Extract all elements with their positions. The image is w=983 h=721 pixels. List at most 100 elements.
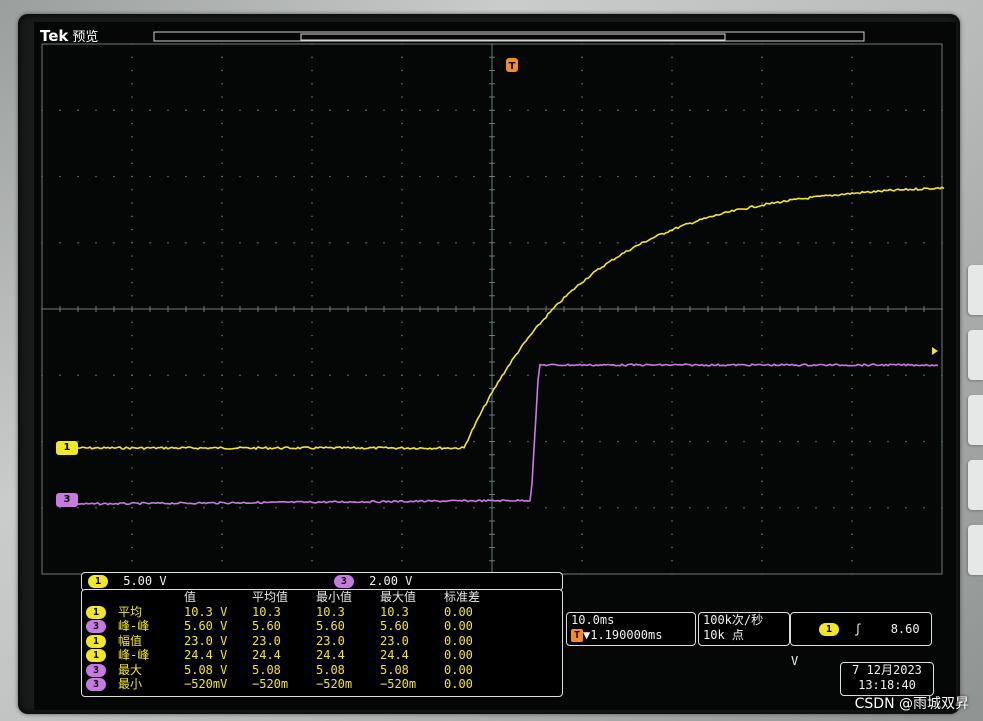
grid-dot [401,533,403,536]
side-button-5[interactable] [968,525,983,575]
grid-dot [725,109,727,112]
grid-dot [221,69,223,72]
grid-dot [293,109,295,112]
grid-dot [761,228,763,231]
grid-dot [671,109,673,112]
grid-dot [671,241,673,244]
grid-dot [563,175,565,178]
grid-dot [113,374,115,377]
grid-dot [239,440,241,443]
grid-dot [311,546,313,549]
grid-dot [311,361,313,363]
grid-dot [77,241,79,244]
grid-dot [401,175,403,178]
grid-dot [419,109,421,112]
header-value: 值 [184,590,197,604]
grid-dot [671,255,673,257]
grid-dot [851,361,853,363]
grid-dot [887,374,889,377]
grid-dot [941,506,943,509]
grid-dot [707,440,709,443]
grid-dot [401,321,403,324]
grid-dot [131,453,133,456]
grid-dot [563,440,565,443]
side-button-1[interactable] [968,265,983,315]
row-value: 5.60 V [184,619,228,633]
grid-dot [401,467,403,469]
grid-dot [77,374,79,377]
side-button-2[interactable] [968,330,983,380]
grid-dot [401,241,403,244]
grid-dot [617,374,619,377]
row-mean: −520m [252,677,289,691]
grid-dot [545,506,547,509]
row-min: −520m [316,677,353,691]
grid-dot [851,440,853,443]
grid-dot [131,546,133,549]
grid-dot [833,109,835,112]
grid-dot [95,241,97,244]
grid-dot [671,334,673,337]
grid-dot [851,467,853,469]
grid-dot [581,467,583,469]
grid-dot [131,559,133,562]
row-mean: 5.60 [252,619,281,633]
grid-dot [401,440,403,443]
grid-dot [401,506,403,509]
grid-dot [941,175,943,178]
grid-dot [653,374,655,377]
row-min: 10.3 [316,604,345,619]
grid-dot [761,135,763,138]
row-name: 幅值 [118,633,143,648]
grid-dot [419,440,421,443]
grid-dot [221,387,223,390]
grid-dot [221,546,223,549]
grid-dot [455,506,457,509]
grid-dot [851,241,853,244]
grid-dot [185,109,187,112]
row-mean: 23.0 [252,633,281,648]
grid-dot [851,480,853,483]
grid-dot [257,175,259,178]
grid-dot [221,520,223,522]
side-button-3[interactable] [968,395,983,445]
grid-dot [311,493,313,496]
grid-dot [851,281,853,284]
grid-dot [131,175,133,178]
grid-dot [221,109,223,112]
grid-dot [527,506,529,509]
grid-dot [329,374,331,377]
side-button-4[interactable] [968,460,983,510]
grid-dot [761,241,763,244]
row-channel-badge: 3 [86,678,106,691]
grid-dot [311,467,313,469]
grid-dot [311,162,313,165]
grid-dot [545,440,547,443]
row-channel-badge: 3 [86,620,106,633]
grid-dot [275,109,277,112]
grid-dot [707,374,709,377]
grid-dot [545,175,547,178]
grid-dot [761,440,763,443]
grid-dot [761,559,763,562]
grid-dot [743,374,745,377]
grid-dot [671,82,673,85]
grid-dot [581,228,583,231]
grid-dot [527,440,529,443]
row-mean: 24.4 [252,648,281,662]
grid-dot [311,374,313,377]
grid-dot [131,480,133,483]
grid-dot [617,241,619,244]
ch3-trace [78,363,939,506]
grid-dot [941,374,943,377]
grid-dot [581,109,583,112]
measurement-row: 3 最小 −520mV −520m −520m −520m 0.00 [86,677,508,692]
row-name: 峰-峰 [118,648,150,662]
grid-dot [383,241,385,244]
grid-dot [149,109,151,112]
grid-dot [851,334,853,337]
grid-dot [563,241,565,244]
grid-dot [581,546,583,549]
grid-dot [311,281,313,284]
grid-dot [329,175,331,178]
